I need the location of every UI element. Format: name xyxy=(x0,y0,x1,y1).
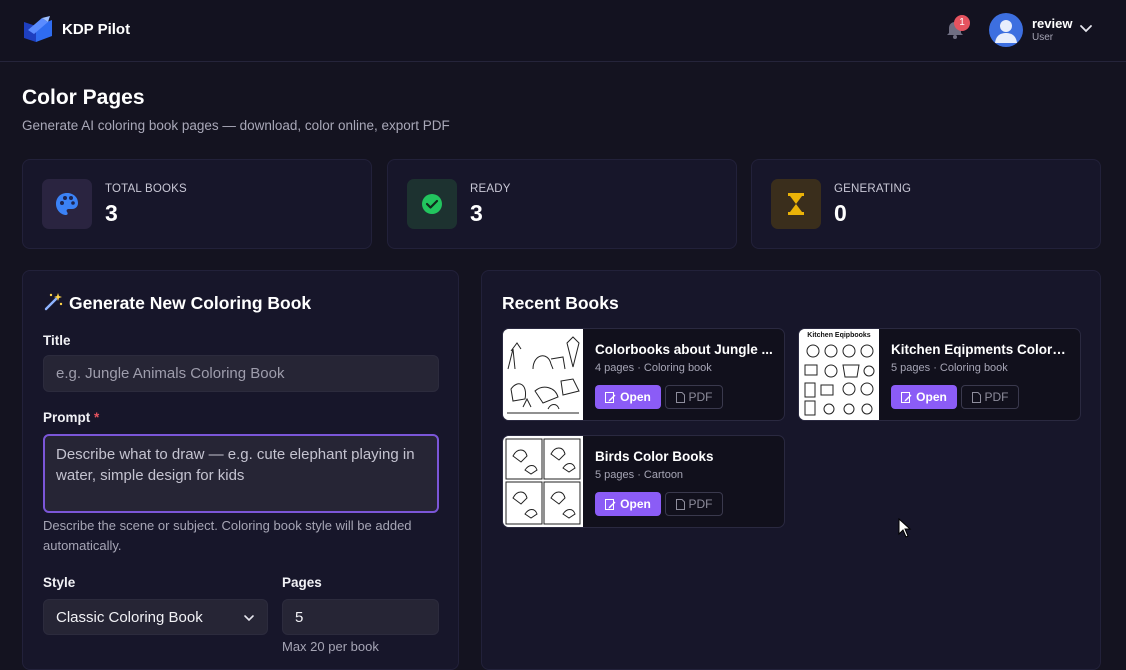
recent-books-title: Recent Books xyxy=(502,293,619,313)
book-title: Kitchen Eqipments Colorb... xyxy=(891,342,1069,357)
stat-label: TOTAL BOOKS xyxy=(105,183,187,195)
open-button[interactable]: Open xyxy=(595,385,661,409)
book-meta: 4 pages · Coloring book xyxy=(595,362,712,374)
check-circle-icon xyxy=(407,179,457,229)
stat-label: READY xyxy=(470,183,511,195)
prompt-label-text: Prompt xyxy=(43,410,91,425)
stat-card-ready: READY 3 xyxy=(387,159,737,249)
style-label: Style xyxy=(43,575,76,590)
stat-value: 0 xyxy=(834,200,847,226)
user-role: User xyxy=(1032,32,1054,43)
avatar[interactable] xyxy=(989,13,1023,47)
kdp-pilot-logo-icon[interactable] xyxy=(22,16,54,44)
prompt-label: Prompt * xyxy=(43,410,99,425)
open-button[interactable]: Open xyxy=(891,385,957,409)
jungle-coloring-thumbnail xyxy=(503,329,583,420)
page-title: Color Pages xyxy=(22,86,145,109)
book-thumbnail[interactable] xyxy=(503,329,583,420)
open-button-label: Open xyxy=(620,497,651,511)
brand-name[interactable]: KDP Pilot xyxy=(62,21,130,38)
stat-value: 3 xyxy=(105,200,118,226)
edit-icon xyxy=(605,391,616,403)
mouse-cursor-icon xyxy=(898,518,912,538)
chevron-down-icon[interactable] xyxy=(1078,21,1094,37)
title-label: Title xyxy=(43,333,71,348)
style-select-value: Classic Coloring Book xyxy=(56,608,203,626)
prompt-textarea[interactable] xyxy=(43,434,439,513)
open-button-label: Open xyxy=(916,390,947,404)
stat-card-generating: GENERATING 0 xyxy=(751,159,1101,249)
page-subtitle: Generate AI coloring book pages — downlo… xyxy=(22,118,450,133)
pdf-button[interactable]: PDF xyxy=(665,492,723,516)
book-meta: 5 pages · Coloring book xyxy=(891,362,1008,374)
book-thumbnail[interactable]: Kitchen Eqipbooks xyxy=(799,329,879,420)
pages-input[interactable] xyxy=(282,599,439,635)
open-button[interactable]: Open xyxy=(595,492,661,516)
book-meta: 5 pages · Cartoon xyxy=(595,469,684,481)
palette-icon xyxy=(42,179,92,229)
book-card[interactable]: Colorbooks about Jungle ... 4 pages · Co… xyxy=(502,328,785,421)
generate-title: Generate New Coloring Book xyxy=(69,293,312,313)
stat-value: 3 xyxy=(470,200,483,226)
file-icon xyxy=(675,498,685,510)
file-icon xyxy=(971,391,981,403)
book-title: Birds Color Books xyxy=(595,449,714,464)
recent-books-panel: Recent Books Colorbooks about Jungle ...… xyxy=(481,270,1101,670)
magic-wand-icon xyxy=(44,293,63,311)
user-name[interactable]: review xyxy=(1032,16,1072,31)
generate-panel: Generate New Coloring Book Title Prompt … xyxy=(22,270,459,670)
required-asterisk: * xyxy=(94,410,100,425)
birds-coloring-thumbnail xyxy=(503,436,583,527)
pdf-button-label: PDF xyxy=(688,497,713,511)
open-button-label: Open xyxy=(620,390,651,404)
book-title: Colorbooks about Jungle ... xyxy=(595,342,773,357)
top-bar: KDP Pilot 1 review User xyxy=(0,0,1126,62)
title-input[interactable] xyxy=(43,355,439,392)
pdf-button[interactable]: PDF xyxy=(665,385,723,409)
book-card[interactable]: Birds Color Books 5 pages · Cartoon Open… xyxy=(502,435,785,528)
user-icon xyxy=(995,20,1017,43)
pages-hint: Max 20 per book xyxy=(282,639,379,654)
pdf-button[interactable]: PDF xyxy=(961,385,1019,409)
notification-badge: 1 xyxy=(954,15,970,31)
thumbnail-caption: Kitchen Eqipbooks xyxy=(807,332,871,339)
kitchen-coloring-thumbnail xyxy=(799,329,879,420)
hourglass-icon xyxy=(771,179,821,229)
book-thumbnail[interactable] xyxy=(503,436,583,527)
pdf-button-label: PDF xyxy=(984,390,1009,404)
chevron-down-icon xyxy=(244,615,254,622)
pages-label: Pages xyxy=(282,575,322,590)
edit-icon xyxy=(605,498,616,510)
stat-label: GENERATING xyxy=(834,183,912,195)
prompt-hint: Describe the scene or subject. Coloring … xyxy=(43,518,412,553)
style-select[interactable]: Classic Coloring Book xyxy=(43,599,268,635)
edit-icon xyxy=(901,391,912,403)
file-icon xyxy=(675,391,685,403)
book-card[interactable]: Kitchen Eqipbooks Kitchen Eqipments Colo… xyxy=(798,328,1081,421)
pdf-button-label: PDF xyxy=(688,390,713,404)
stat-card-total-books: TOTAL BOOKS 3 xyxy=(22,159,372,249)
